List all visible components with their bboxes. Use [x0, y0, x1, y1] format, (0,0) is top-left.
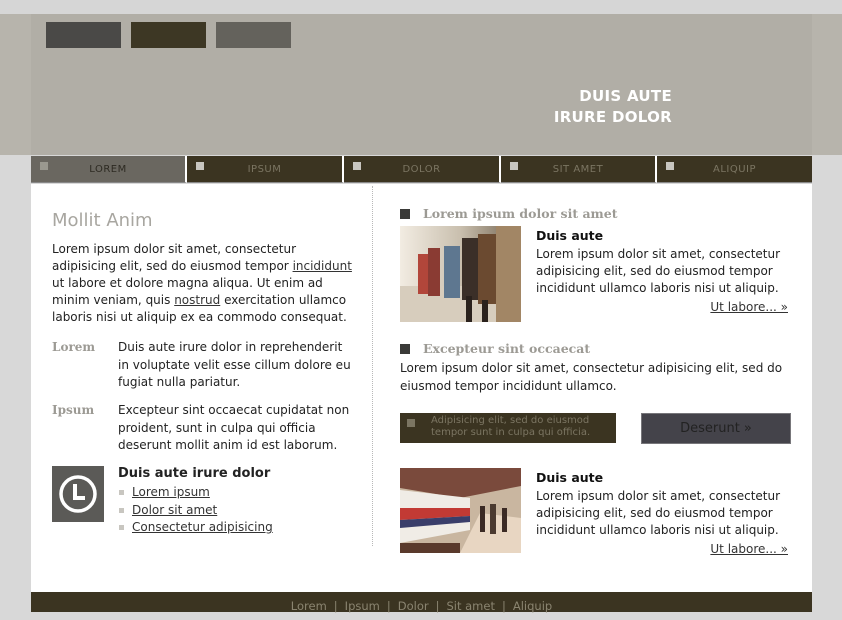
square-bullet-icon [400, 209, 410, 219]
square-bullet-icon [400, 344, 410, 354]
section-2-text: Lorem ipsum dolor sit amet, consectetur … [400, 361, 783, 393]
list-link-dolor-sit-amet[interactable]: Dolor sit amet [132, 503, 217, 517]
list-item: Dolor sit amet [118, 502, 358, 520]
promo-line-2: tempor sunt in culpa qui officia. [431, 427, 591, 438]
article-title: Duis aute [536, 228, 604, 243]
nav-bullet-icon [510, 162, 518, 170]
nav-label: LOREM [89, 164, 127, 175]
header: DUIS AUTE IRURE DOLOR [31, 14, 812, 155]
train-photo [400, 468, 521, 553]
intro-link-nostrud[interactable]: nostrud [174, 293, 220, 307]
promo-line-1: Adipisicing elit, sed do eiusmod [431, 415, 590, 426]
article-text: Lorem ipsum dolor sit amet, consectetur … [536, 247, 781, 295]
footer-link-ipsum[interactable]: Ipsum [345, 599, 380, 613]
list-link-lorem-ipsum[interactable]: Lorem ipsum [132, 485, 210, 499]
definition-term: Lorem [52, 340, 96, 354]
clock-icon [52, 466, 104, 522]
nav-bullet-icon [196, 162, 204, 170]
nav-item-aliquip[interactable]: ALIQUIP [657, 156, 812, 183]
link-list: Lorem ipsum Dolor sit amet Consectetur a… [118, 484, 358, 537]
nav-item-dolor[interactable]: DOLOR [344, 156, 501, 183]
promo-banner[interactable]: Adipisicing elit, sed do eiusmod tempor … [400, 413, 616, 443]
section-heading-1: Lorem ipsum dolor sit amet [400, 206, 618, 221]
intro-text: Lorem ipsum dolor sit amet, consectetur … [52, 242, 297, 273]
footer-link-lorem[interactable]: Lorem [291, 599, 327, 613]
nav-bullet-icon [353, 162, 361, 170]
slogan-line-1: DUIS AUTE [579, 87, 672, 105]
top-strip [0, 0, 842, 14]
column-divider [372, 186, 373, 546]
nav-item-ipsum[interactable]: IPSUM [187, 156, 344, 183]
definition-lorem: Lorem Duis aute irure dolor in reprehend… [52, 339, 352, 392]
read-more-link-2[interactable]: Ut labore... » [710, 542, 788, 556]
footer: Lorem | Ipsum | Dolor | Sit amet | Aliquip [31, 592, 812, 613]
header-block-3 [216, 22, 291, 48]
list-item: Consectetur adipisicing [118, 519, 358, 537]
list-item: Lorem ipsum [118, 484, 358, 502]
intro-paragraph: Lorem ipsum dolor sit amet, consectetur … [52, 241, 352, 326]
crowd-photo [400, 226, 521, 322]
section-heading-2: Excepteur sint occaecat [400, 341, 590, 356]
footer-separator: | [333, 599, 338, 613]
intro-link-incididunt[interactable]: incididunt [293, 259, 352, 273]
article-title: Duis aute [536, 470, 604, 485]
definition-desc: Excepteur sint occaecat cupidatat non pr… [118, 403, 350, 452]
nav-bullet-icon [40, 162, 48, 170]
definition-term: Ipsum [52, 403, 95, 417]
nav-label: DOLOR [402, 164, 441, 175]
nav-label: SIT AMET [552, 164, 604, 175]
promo-bullet-icon [407, 419, 415, 427]
header-block-1 [46, 22, 121, 48]
article-1: Duis aute Lorem ipsum dolor sit amet, co… [536, 227, 792, 297]
section-heading-text: Lorem ipsum dolor sit amet [423, 206, 618, 221]
definition-desc: Duis aute irure dolor in reprehenderit i… [118, 340, 351, 389]
nav-item-sit-amet[interactable]: SIT AMET [501, 156, 657, 183]
footer-link-dolor[interactable]: Dolor [398, 599, 429, 613]
footer-separator: | [501, 599, 506, 613]
header-slogan: DUIS AUTE IRURE DOLOR [554, 86, 672, 128]
main-nav: LOREM IPSUM DOLOR SIT AMET ALIQUIP [31, 156, 812, 184]
slogan-line-2: IRURE DOLOR [553, 108, 672, 126]
footer-link-sit-amet[interactable]: Sit amet [446, 599, 495, 613]
link-list-block: Duis aute irure dolor Lorem ipsum Dolor … [118, 466, 358, 537]
definition-ipsum: Ipsum Excepteur sint occaecat cupidatat … [52, 402, 352, 455]
read-more-link-1[interactable]: Ut labore... » [710, 300, 788, 314]
content-area: Mollit Anim Lorem ipsum dolor sit amet, … [31, 184, 812, 592]
section-heading-text: Excepteur sint occaecat [423, 341, 591, 356]
header-block-2 [131, 22, 206, 48]
list-heading: Duis aute irure dolor [118, 466, 271, 481]
footer-link-aliquip[interactable]: Aliquip [513, 599, 552, 613]
nav-label: IPSUM [247, 164, 282, 175]
article-2: Duis aute Lorem ipsum dolor sit amet, co… [536, 469, 792, 539]
nav-bullet-icon [666, 162, 674, 170]
footer-separator: | [386, 599, 391, 613]
list-link-consectetur[interactable]: Consectetur adipisicing [132, 520, 273, 534]
article-text: Lorem ipsum dolor sit amet, consectetur … [536, 489, 781, 537]
footer-separator: | [435, 599, 440, 613]
nav-item-lorem[interactable]: LOREM [31, 156, 187, 183]
page-title: Mollit Anim [52, 210, 153, 231]
nav-label: ALIQUIP [712, 164, 757, 175]
deserunt-button[interactable]: Deserunt » [641, 413, 791, 444]
